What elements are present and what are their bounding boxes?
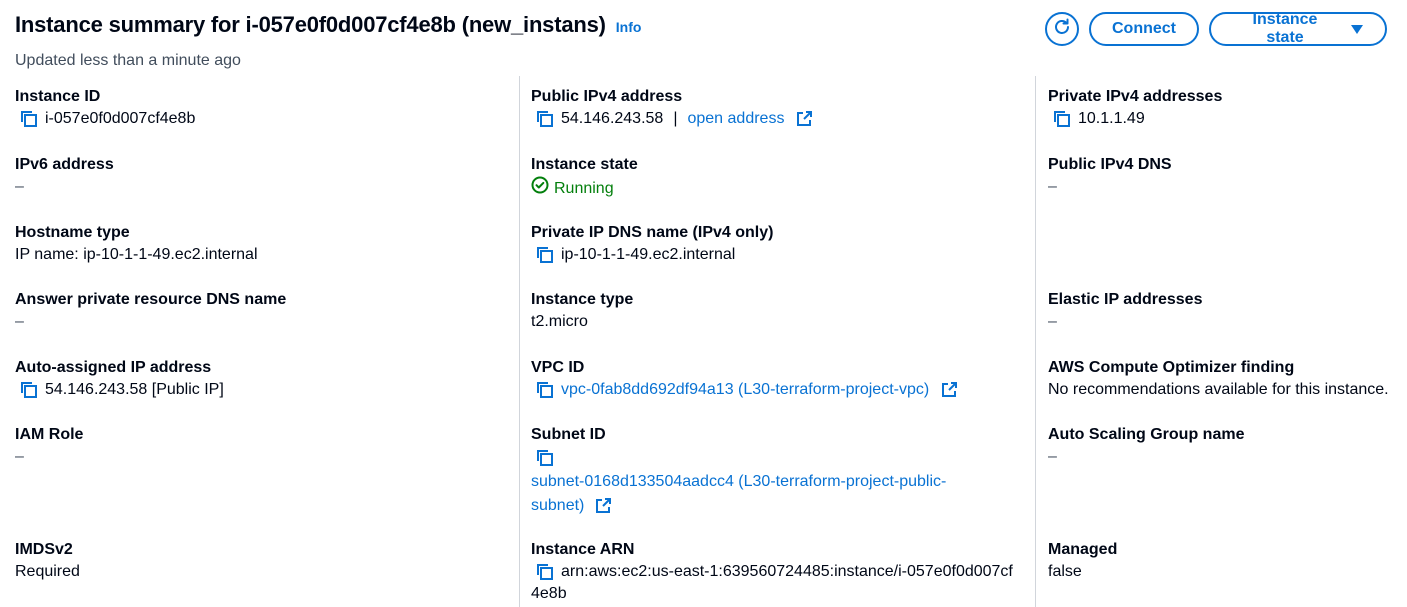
open-address-link[interactable]: open address xyxy=(687,108,784,130)
hostname-type-value: IP name: ip-10-1-1-49.ec2.internal xyxy=(15,246,258,263)
field-managed: Managed false xyxy=(1048,539,1403,583)
public-ipv4-value: 54.146.243.58 xyxy=(561,110,664,127)
copy-icon[interactable] xyxy=(1052,109,1072,129)
field-label: Instance type xyxy=(531,291,634,308)
instance-id-value: i-057e0f0d007cf4e8b xyxy=(45,110,196,127)
field-hostname-type: Hostname type IP name: ip-10-1-1-49.ec2.… xyxy=(15,222,505,266)
external-link-icon[interactable] xyxy=(795,110,813,128)
private-ipv4-value: 10.1.1.49 xyxy=(1078,110,1145,127)
field-label: AWS Compute Optimizer finding xyxy=(1048,359,1295,376)
updated-subtitle: Updated less than a minute ago xyxy=(15,52,241,69)
copy-icon[interactable] xyxy=(535,562,555,582)
field-label: Instance ARN xyxy=(531,541,635,558)
field-label: IAM Role xyxy=(15,426,84,443)
compute-optimizer-value: No recommendations available for this in… xyxy=(1048,381,1389,398)
field-iam-role: IAM Role – xyxy=(15,424,505,468)
field-private-ipv4: Private IPv4 addresses 10.1.1.49 xyxy=(1048,86,1403,130)
field-instance-state: Instance state Running xyxy=(531,154,1021,201)
field-label: Public IPv4 DNS xyxy=(1048,156,1172,173)
field-public-ipv4: Public IPv4 address 54.146.243.58 | open… xyxy=(531,86,1021,130)
field-private-dns: Private IP DNS name (IPv4 only) ip-10-1-… xyxy=(531,222,1021,266)
connect-button[interactable]: Connect xyxy=(1089,12,1199,46)
instance-type-value: t2.micro xyxy=(531,313,588,330)
imdsv2-value: Required xyxy=(15,563,80,580)
refresh-icon xyxy=(1053,18,1071,41)
field-subnet-id: Subnet ID subnet-0168d133504aadcc4 (L30-… xyxy=(531,424,1021,518)
field-instance-id: Instance ID i-057e0f0d007cf4e8b xyxy=(15,86,505,130)
details-column-1: Instance ID i-057e0f0d007cf4e8b IPv6 add… xyxy=(15,86,505,607)
field-answer-dns: Answer private resource DNS name – xyxy=(15,289,505,333)
field-label: Managed xyxy=(1048,541,1118,558)
field-label: Private IP DNS name (IPv4 only) xyxy=(531,224,774,241)
instance-state-dropdown[interactable]: Instance state xyxy=(1209,11,1387,46)
header-actions: Connect Instance state xyxy=(1045,11,1387,46)
info-link[interactable]: Info xyxy=(616,19,642,35)
external-link-icon[interactable] xyxy=(940,381,958,399)
private-dns-value: ip-10-1-1-49.ec2.internal xyxy=(561,246,736,263)
field-label: Private IPv4 addresses xyxy=(1048,88,1223,105)
field-label: Instance ID xyxy=(15,88,101,105)
summary-header: Instance summary for i-057e0f0d007cf4e8b… xyxy=(15,11,1387,72)
copy-icon[interactable] xyxy=(535,245,555,265)
managed-value: false xyxy=(1048,563,1082,580)
instance-summary-page: Instance summary for i-057e0f0d007cf4e8b… xyxy=(0,0,1407,607)
vpc-id-link[interactable]: vpc-0fab8dd692df94a13 (L30-terraform-pro… xyxy=(561,379,929,401)
caret-down-icon xyxy=(1351,24,1363,34)
separator: | xyxy=(673,110,678,127)
field-label: VPC ID xyxy=(531,359,585,376)
instance-state-label: Instance state xyxy=(1252,11,1318,46)
page-title: Instance summary for i-057e0f0d007cf4e8b… xyxy=(15,12,606,37)
instance-arn-value: arn:aws:ec2:us-east-1:639560724485:insta… xyxy=(561,563,1013,580)
copy-icon[interactable] xyxy=(535,448,555,468)
instance-state-value: Running xyxy=(554,179,614,197)
elastic-ip-value: – xyxy=(1048,313,1057,330)
column-divider xyxy=(519,76,520,607)
field-label: Auto-assigned IP address xyxy=(15,359,212,376)
subnet-id-link-block: subnet-0168d133504aadcc4 (L30-terraform-… xyxy=(531,470,1021,518)
field-label: Public IPv4 address xyxy=(531,88,683,105)
asg-name-value: – xyxy=(1048,448,1057,465)
field-label: IMDSv2 xyxy=(15,541,73,558)
public-dns-value: – xyxy=(1048,178,1057,195)
subnet-id-link-continued[interactable]: subnet) xyxy=(531,497,584,514)
field-imdsv2: IMDSv2 Required xyxy=(15,539,505,583)
field-label: Answer private resource DNS name xyxy=(15,291,287,308)
copy-icon[interactable] xyxy=(19,109,39,129)
instance-arn-value-continued: 4e8b xyxy=(531,585,567,602)
field-asg-name: Auto Scaling Group name – xyxy=(1048,424,1403,468)
connect-label: Connect xyxy=(1112,20,1176,37)
field-label: Instance state xyxy=(531,156,638,173)
column-divider xyxy=(1035,76,1036,607)
field-elastic-ip: Elastic IP addresses – xyxy=(1048,289,1403,333)
instance-state-status: Running xyxy=(531,176,1021,201)
field-label: Auto Scaling Group name xyxy=(1048,426,1245,443)
details-column-2: Public IPv4 address 54.146.243.58 | open… xyxy=(531,86,1021,607)
copy-icon[interactable] xyxy=(535,109,555,129)
field-public-dns: Public IPv4 DNS – xyxy=(1048,154,1403,198)
field-label: IPv6 address xyxy=(15,156,114,173)
field-label: Elastic IP addresses xyxy=(1048,291,1203,308)
auto-ip-value: 54.146.243.58 [Public IP] xyxy=(45,381,224,398)
field-auto-ip: Auto-assigned IP address 54.146.243.58 [… xyxy=(15,357,505,401)
copy-icon[interactable] xyxy=(19,380,39,400)
field-compute-optimizer: AWS Compute Optimizer finding No recomme… xyxy=(1048,357,1403,401)
iam-role-value: – xyxy=(15,448,24,465)
field-vpc-id: VPC ID vpc-0fab8dd692df94a13 (L30-terraf… xyxy=(531,357,1021,401)
subnet-id-link[interactable]: subnet-0168d133504aadcc4 (L30-terraform-… xyxy=(531,473,946,490)
field-instance-arn: Instance ARN arn:aws:ec2:us-east-1:63956… xyxy=(531,539,1021,605)
answer-dns-value: – xyxy=(15,313,24,330)
field-instance-type: Instance type t2.micro xyxy=(531,289,1021,333)
field-ipv6: IPv6 address – xyxy=(15,154,505,198)
field-label: Subnet ID xyxy=(531,426,606,443)
ipv6-value: – xyxy=(15,178,24,195)
details-column-3: Private IPv4 addresses 10.1.1.49 Public … xyxy=(1048,86,1403,607)
copy-icon[interactable] xyxy=(535,380,555,400)
refresh-button[interactable] xyxy=(1045,12,1079,46)
external-link-icon[interactable] xyxy=(594,497,612,515)
field-label: Hostname type xyxy=(15,224,130,241)
status-success-icon xyxy=(531,176,549,201)
